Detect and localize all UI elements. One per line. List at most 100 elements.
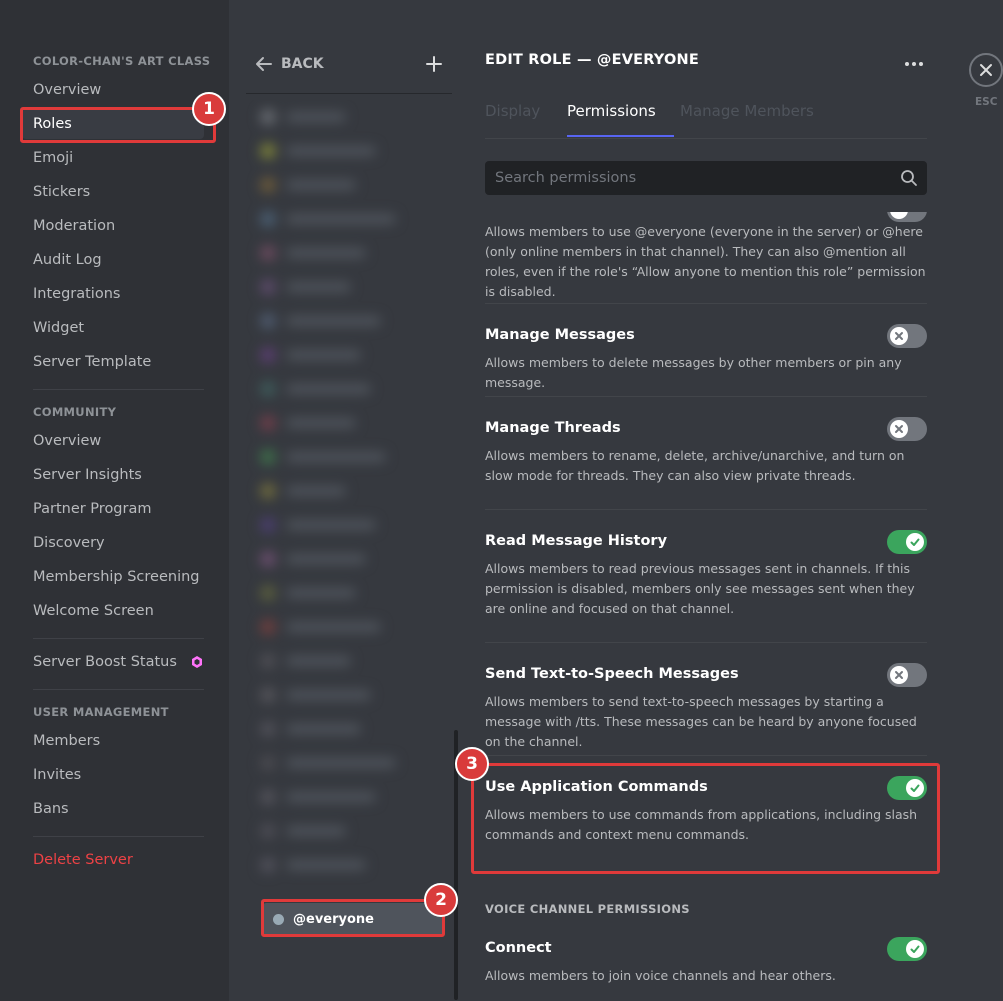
- blurred-role-row: [246, 814, 452, 848]
- permission-manage-messages: Manage Messages Allows members to delete…: [485, 327, 927, 393]
- permissions-list[interactable]: Allows members to use @everyone (everyon…: [460, 212, 1003, 1001]
- check-icon: [910, 945, 920, 953]
- sidebar-item-server-template[interactable]: Server Template: [22, 347, 204, 377]
- server-name-header: COLOR-CHAN'S ART CLASS: [33, 54, 211, 68]
- sidebar-item-emoji[interactable]: Emoji: [22, 143, 204, 173]
- blurred-role-row: [246, 134, 452, 168]
- close-icon: [980, 64, 992, 76]
- blurred-role-row: [246, 168, 452, 202]
- permission-connect: Connect Allows members to join voice cha…: [485, 940, 927, 986]
- back-label: BACK: [281, 56, 324, 72]
- sidebar-divider: [33, 689, 204, 690]
- search-icon: [901, 170, 917, 186]
- permission-send-tts-messages: Send Text-to-Speech Messages Allows memb…: [485, 666, 927, 752]
- blurred-role-row: [246, 372, 452, 406]
- sidebar-item-server-insights[interactable]: Server Insights: [22, 460, 204, 490]
- back-button[interactable]: BACK: [255, 52, 324, 76]
- sidebar-divider: [33, 638, 204, 639]
- sidebar-item-community-overview[interactable]: Overview: [22, 426, 204, 456]
- permission-name: Manage Threads: [485, 420, 621, 436]
- sidebar-item-integrations[interactable]: Integrations: [22, 279, 204, 309]
- connect-toggle[interactable]: [887, 937, 927, 961]
- permission-name: Send Text-to-Speech Messages: [485, 666, 739, 682]
- permission-name: Read Message History: [485, 533, 668, 549]
- roles-panel: BACK @everyone: [229, 0, 460, 1001]
- more-options-icon[interactable]: [900, 54, 928, 74]
- sidebar-item-delete-server[interactable]: Delete Server: [22, 845, 204, 875]
- mention-everyone-toggle[interactable]: [887, 212, 927, 222]
- sidebar-item-partner-program[interactable]: Partner Program: [22, 494, 204, 524]
- tab-permissions[interactable]: Permissions: [567, 102, 656, 120]
- read-message-history-toggle[interactable]: [887, 530, 927, 554]
- permission-divider: [485, 509, 927, 510]
- highlight-box-everyone: [261, 899, 445, 937]
- sidebar-item-members[interactable]: Members: [22, 726, 204, 756]
- permission-description: Allows members to rename, delete, archiv…: [485, 448, 905, 483]
- blurred-role-row: [246, 678, 452, 712]
- permission-description: Allows members to use @everyone (everyon…: [485, 224, 926, 299]
- add-role-plus-icon[interactable]: [423, 52, 445, 76]
- blurred-role-row: [246, 406, 452, 440]
- blurred-role-list: [246, 100, 452, 890]
- sidebar-item-stickers[interactable]: Stickers: [22, 177, 204, 207]
- tab-manage-members[interactable]: Manage Members: [680, 102, 814, 120]
- permission-divider: [485, 396, 927, 397]
- blurred-role-row: [246, 236, 452, 270]
- tab-display[interactable]: Display: [485, 102, 540, 120]
- blurred-role-row: [246, 100, 452, 134]
- settings-sidebar: COLOR-CHAN'S ART CLASS Overview Roles Em…: [0, 0, 229, 1001]
- blurred-role-row: [246, 712, 452, 746]
- manage-threads-toggle[interactable]: [887, 417, 927, 441]
- sidebar-item-widget[interactable]: Widget: [22, 313, 204, 343]
- page-title: EDIT ROLE — @EVERYONE: [485, 52, 699, 68]
- active-tab-indicator: [567, 135, 674, 137]
- sidebar-item-label: Server Boost Status: [33, 654, 177, 670]
- highlight-box-application-commands: [471, 763, 940, 874]
- sidebar-divider: [33, 836, 204, 837]
- blurred-role-row: [246, 202, 452, 236]
- sidebar-item-welcome-screen[interactable]: Welcome Screen: [22, 596, 204, 626]
- step-badge-2: 2: [424, 883, 458, 917]
- permission-description: Allows members to join voice channels an…: [485, 968, 836, 983]
- community-header: COMMUNITY: [33, 405, 117, 419]
- blurred-role-row: [246, 576, 452, 610]
- sidebar-item-membership-screening[interactable]: Membership Screening: [22, 562, 204, 592]
- sidebar-item-moderation[interactable]: Moderation: [22, 211, 204, 241]
- blurred-role-row: [246, 644, 452, 678]
- blurred-role-row: [246, 474, 452, 508]
- blurred-role-row: [246, 848, 452, 882]
- toggle-knob: [906, 533, 924, 551]
- search-permissions-input[interactable]: [485, 161, 927, 195]
- role-tabs: Display Permissions Manage Members: [485, 96, 927, 139]
- permission-divider: [485, 303, 927, 304]
- blurred-role-row: [246, 440, 452, 474]
- close-button[interactable]: [969, 53, 1003, 87]
- blurred-role-row: [246, 508, 452, 542]
- toggle-knob: [890, 420, 908, 438]
- voice-permissions-header: VOICE CHANNEL PERMISSIONS: [485, 902, 690, 916]
- blurred-role-rows: [246, 100, 452, 882]
- sidebar-item-server-boost-status[interactable]: Server Boost Status: [22, 647, 204, 677]
- check-icon: [910, 538, 920, 546]
- sidebar-item-invites[interactable]: Invites: [22, 760, 204, 790]
- sidebar-item-bans[interactable]: Bans: [22, 794, 204, 824]
- permission-description: Allows members to send text-to-speech me…: [485, 694, 917, 749]
- sidebar-item-discovery[interactable]: Discovery: [22, 528, 204, 558]
- blurred-role-row: [246, 746, 452, 780]
- permission-description: Allows members to delete messages by oth…: [485, 355, 902, 390]
- sidebar-item-audit-log[interactable]: Audit Log: [22, 245, 204, 275]
- blurred-role-row: [246, 542, 452, 576]
- sidebar-item-overview[interactable]: Overview: [22, 75, 204, 105]
- send-tts-messages-toggle[interactable]: [887, 663, 927, 687]
- boost-gem-icon: [192, 656, 202, 668]
- manage-messages-toggle[interactable]: [887, 324, 927, 348]
- blurred-role-row: [246, 270, 452, 304]
- blurred-role-row: [246, 610, 452, 644]
- permission-description: Allows members to read previous messages…: [485, 561, 915, 616]
- permission-divider: [485, 642, 927, 643]
- step-badge-3: 3: [455, 747, 489, 781]
- arrow-left-icon: [256, 57, 272, 71]
- user-management-header: USER MANAGEMENT: [33, 705, 169, 719]
- x-icon: [895, 425, 903, 433]
- permission-read-message-history: Read Message History Allows members to r…: [485, 533, 927, 619]
